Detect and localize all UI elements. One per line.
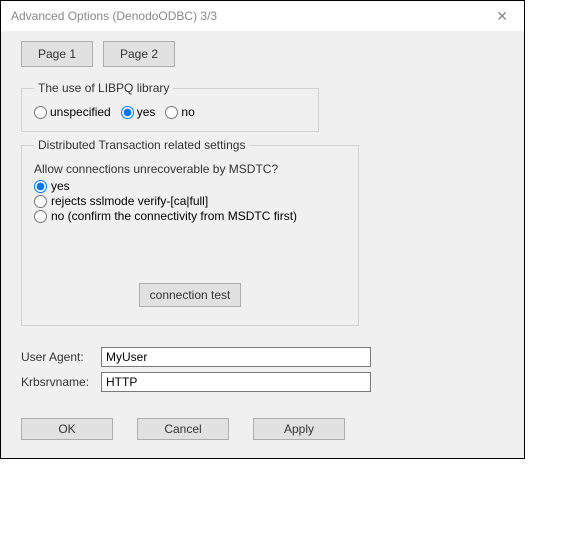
apply-button[interactable]: Apply [253, 418, 345, 440]
dt-options: yes rejects sslmode verify-[ca|full] no … [34, 179, 346, 223]
dt-no-label: no (confirm the connectivity from MSDTC … [51, 209, 297, 223]
dt-rejects-label: rejects sslmode verify-[ca|full] [51, 194, 208, 208]
titlebar: Advanced Options (DenodoODBC) 3/3 ✕ [1, 1, 524, 31]
krbsrvname-input[interactable] [101, 372, 371, 392]
connection-test-area: connection test [34, 283, 346, 307]
krbsrvname-row: Krbsrvname: [21, 372, 504, 392]
krbsrvname-label: Krbsrvname: [21, 375, 101, 389]
close-icon[interactable]: ✕ [490, 8, 514, 25]
dt-yes-label: yes [51, 179, 70, 193]
dialog-content: Page 1 Page 2 The use of LIBPQ library u… [1, 31, 524, 458]
libpq-legend: The use of LIBPQ library [34, 81, 173, 95]
connection-test-button[interactable]: connection test [139, 283, 242, 307]
dialog-window: Advanced Options (DenodoODBC) 3/3 ✕ Page… [0, 0, 525, 459]
libpq-unspecified-radio[interactable] [34, 106, 47, 119]
page-tabs: Page 1 Page 2 [21, 41, 504, 67]
dt-no-option[interactable]: no (confirm the connectivity from MSDTC … [34, 209, 346, 223]
user-agent-input[interactable] [101, 347, 371, 367]
libpq-unspecified-option[interactable]: unspecified [34, 105, 111, 119]
page-1-button[interactable]: Page 1 [21, 41, 93, 67]
libpq-group: The use of LIBPQ library unspecified yes… [21, 81, 319, 132]
libpq-no-label: no [181, 105, 194, 119]
ok-button[interactable]: OK [21, 418, 113, 440]
libpq-unspecified-label: unspecified [50, 105, 111, 119]
dt-group: Distributed Transaction related settings… [21, 138, 359, 326]
dt-rejects-radio[interactable] [34, 195, 47, 208]
dt-yes-option[interactable]: yes [34, 179, 346, 193]
user-agent-label: User Agent: [21, 350, 101, 364]
page-2-button[interactable]: Page 2 [103, 41, 175, 67]
dt-yes-radio[interactable] [34, 180, 47, 193]
dt-rejects-option[interactable]: rejects sslmode verify-[ca|full] [34, 194, 346, 208]
cancel-button[interactable]: Cancel [137, 418, 229, 440]
libpq-no-option[interactable]: no [165, 105, 194, 119]
dialog-buttons: OK Cancel Apply [21, 418, 504, 440]
libpq-options: unspecified yes no [34, 105, 306, 119]
dt-legend: Distributed Transaction related settings [34, 138, 249, 152]
dt-no-radio[interactable] [34, 210, 47, 223]
libpq-yes-option[interactable]: yes [121, 105, 156, 119]
libpq-yes-radio[interactable] [121, 106, 134, 119]
window-title: Advanced Options (DenodoODBC) 3/3 [11, 9, 217, 23]
dt-question: Allow connections unrecoverable by MSDTC… [34, 162, 346, 176]
libpq-yes-label: yes [137, 105, 156, 119]
libpq-no-radio[interactable] [165, 106, 178, 119]
user-agent-row: User Agent: [21, 347, 504, 367]
